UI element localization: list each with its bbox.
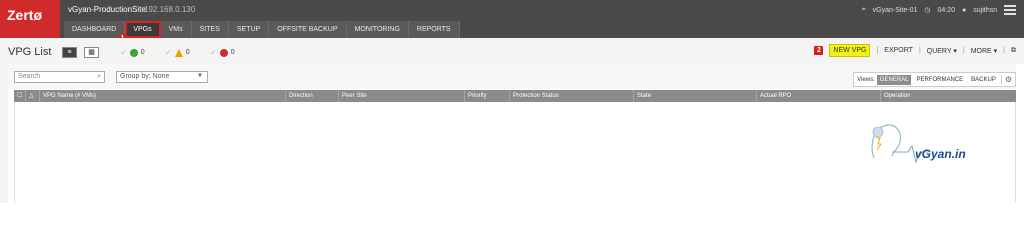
- col-protection-status[interactable]: Protection Status: [510, 90, 634, 102]
- check-icon: ✓: [120, 48, 127, 57]
- tab-reports[interactable]: REPORTS: [408, 21, 460, 38]
- divider: |: [876, 47, 879, 54]
- status-ok[interactable]: ✓ 0: [120, 48, 145, 57]
- tab-dashboard[interactable]: DASHBOARD: [64, 21, 126, 38]
- status-error-count: 0: [230, 49, 235, 56]
- warning-icon: [174, 48, 183, 57]
- status-warn[interactable]: ✓ 0: [165, 48, 190, 57]
- annotation-marker-2: 2: [814, 46, 824, 55]
- grid-header: ☐ △ VPG Name (# VMs) Direction Peer Site…: [14, 90, 1016, 102]
- divider: |: [962, 47, 965, 54]
- col-actual-rpo[interactable]: Actual RPO: [757, 90, 881, 102]
- query-dropdown[interactable]: QUERY ▾: [927, 47, 957, 55]
- site-name: vGyan-ProductionSite: [68, 5, 146, 14]
- site-ip: 192.168.0.130: [144, 5, 196, 14]
- list-view-button[interactable]: ≡: [62, 47, 77, 58]
- left-gutter: [0, 64, 8, 203]
- username[interactable]: sujithsn: [973, 7, 997, 14]
- col-operation[interactable]: Operation: [881, 90, 1006, 102]
- more-dropdown[interactable]: MORE ▾: [971, 47, 997, 55]
- col-direction[interactable]: Direction: [286, 90, 339, 102]
- check-icon: ✓: [210, 48, 217, 57]
- select-all-checkbox[interactable]: ☐: [14, 90, 26, 102]
- new-vpg-button[interactable]: NEW VPG: [829, 44, 871, 57]
- header-right: ⌖ vGyan-Site-01 ◷ 04:20 ● sujithsn: [862, 5, 1016, 15]
- grid-body: [14, 102, 1016, 203]
- check-icon: ✓: [165, 48, 172, 57]
- view-general[interactable]: GENERAL: [876, 74, 912, 85]
- tab-monitoring[interactable]: MONITORING: [346, 21, 409, 38]
- status-error[interactable]: ✓ 0: [210, 48, 235, 57]
- export-button[interactable]: EXPORT: [884, 47, 913, 54]
- alert-column-icon[interactable]: △: [26, 90, 40, 102]
- page-title: VPG List: [8, 46, 52, 58]
- divider: |: [1003, 47, 1005, 54]
- col-vpg-name[interactable]: VPG Name (# VMs): [40, 90, 286, 102]
- page-actions: 2 NEW VPG | EXPORT | QUERY ▾ | MORE ▾ | …: [814, 44, 1016, 57]
- zerto-logo[interactable]: Zertø: [0, 0, 60, 38]
- col-state[interactable]: State: [634, 90, 757, 102]
- search-input[interactable]: Search ⌕: [14, 71, 105, 83]
- status-warn-count: 0: [185, 49, 190, 56]
- user-icon: ●: [962, 6, 967, 14]
- status-ok-count: 0: [140, 49, 145, 56]
- site-location: vGyan-Site-01: [872, 6, 918, 14]
- popout-icon[interactable]: ⧉: [1011, 47, 1016, 55]
- col-peer-site[interactable]: Peer Site: [339, 90, 465, 102]
- search-placeholder: Search: [18, 73, 41, 80]
- location-pin-icon: ⌖: [861, 6, 866, 13]
- top-header: Zertø vGyan-ProductionSite 192.168.0.130…: [0, 0, 1024, 38]
- group-by-value: Group by: None: [120, 73, 170, 80]
- tab-offsite-backup[interactable]: OFFSITE BACKUP: [269, 21, 347, 38]
- view-performance[interactable]: PERFORMANCE: [913, 75, 966, 85]
- tab-vms[interactable]: VMs: [160, 21, 192, 38]
- clock-icon: ◷: [924, 7, 931, 14]
- tab-sites[interactable]: SITES: [191, 21, 229, 38]
- group-by-select[interactable]: Group by: None ▼: [116, 71, 208, 83]
- ok-icon: [129, 48, 138, 57]
- view-backup[interactable]: BACKUP: [968, 75, 999, 85]
- menu-icon[interactable]: [1004, 5, 1016, 15]
- gear-icon[interactable]: ⚙: [1000, 75, 1012, 84]
- tile-view-button[interactable]: ▦: [84, 47, 99, 58]
- views-selector: Views: GENERAL PERFORMANCE BACKUP ⚙: [853, 72, 1016, 87]
- error-icon: [219, 48, 228, 57]
- col-priority[interactable]: Priority: [465, 90, 510, 102]
- divider: |: [918, 47, 921, 54]
- tab-vpgs[interactable]: VPGs: [125, 21, 161, 38]
- watermark-text: vGyan.in: [915, 147, 966, 161]
- search-icon[interactable]: ⌕: [97, 73, 101, 81]
- chevron-down-icon: ▼: [197, 73, 203, 79]
- views-label: Views:: [857, 76, 875, 83]
- clock-time: 04:20: [937, 6, 956, 14]
- tab-setup[interactable]: SETUP: [228, 21, 270, 38]
